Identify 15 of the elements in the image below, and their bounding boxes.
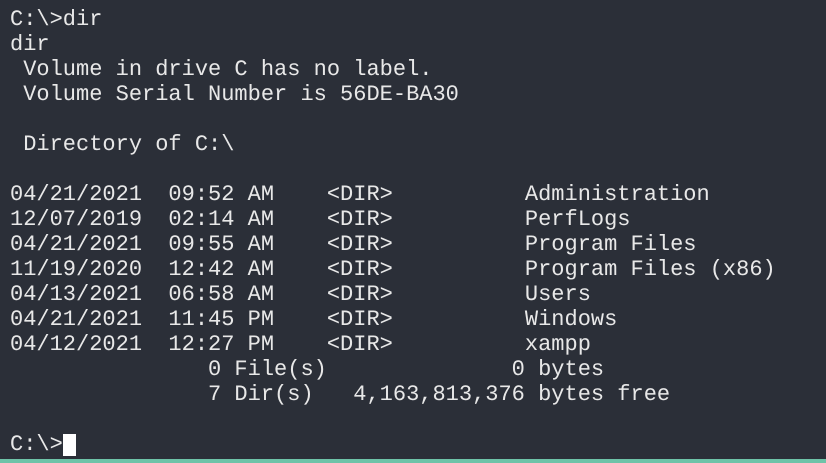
terminal-line: 0 File(s) 0 bytes (207, 357, 604, 382)
terminal-line: 04/21/2021 09:55 AM <DIR> Program Files (10, 232, 697, 257)
terminal-line: 04/13/2021 06:58 AM <DIR> Users (10, 282, 591, 307)
terminal-line: Volume in drive C has no label. (22, 57, 432, 82)
terminal-line: 7 Dir(s) 4,163,813,376 bytes free (207, 382, 670, 407)
terminal-line: Volume Serial Number is 56DE-BA30 (22, 82, 459, 107)
terminal-line: 04/12/2021 12:27 PM <DIR> xampp (10, 332, 591, 357)
terminal-line: Directory of C:\ (22, 132, 234, 157)
terminal-line: 11/19/2020 12:42 AM <DIR> Program Files (x86) (10, 257, 776, 282)
terminal-line: 04/21/2021 09:52 AM <DIR> Administration (10, 182, 710, 207)
terminal-line: 04/21/2021 11:45 PM <DIR> Windows (10, 307, 618, 332)
terminal-line: 12/07/2019 02:14 AM <DIR> PerfLogs (10, 207, 631, 232)
command-prompt: C:\> (10, 432, 63, 457)
terminal-line: C:\>dir (10, 7, 102, 32)
terminal-line: dir (10, 32, 50, 57)
